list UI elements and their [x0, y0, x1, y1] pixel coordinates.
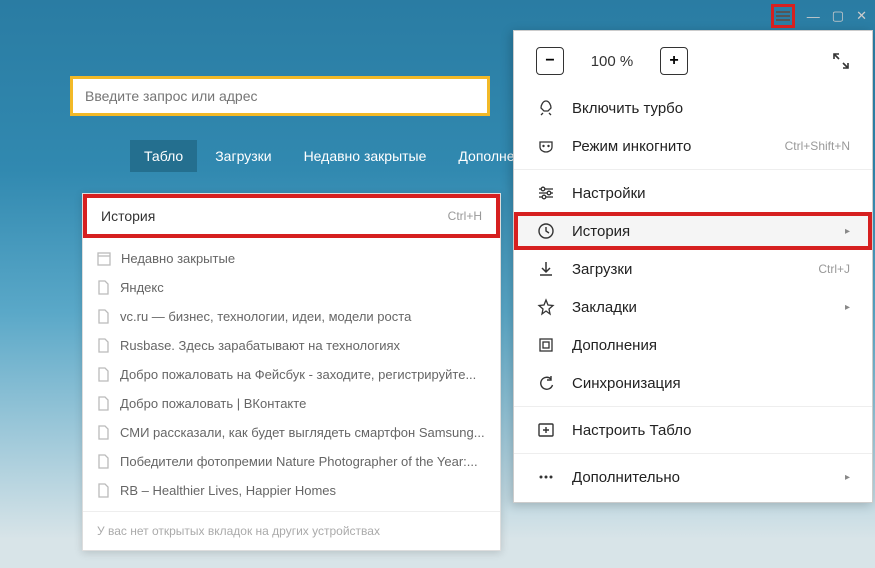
menu-label: Дополнительно: [572, 469, 680, 486]
file-icon: [97, 367, 110, 382]
hamburger-icon: [776, 11, 790, 21]
list-item[interactable]: RB – Healthier Lives, Happier Homes: [83, 476, 500, 505]
zoom-out-button[interactable]: −: [536, 47, 564, 75]
menu-label: Режим инкогнито: [572, 138, 691, 155]
close-button[interactable]: ✕: [856, 8, 867, 24]
menu-history[interactable]: История ▸: [514, 212, 872, 250]
file-icon: [97, 454, 110, 469]
menu-shortcut: Ctrl+J: [818, 262, 850, 276]
maximize-button[interactable]: ▢: [832, 8, 844, 24]
item-label: Яндекс: [120, 280, 164, 295]
menu-downloads[interactable]: Загрузки Ctrl+J: [514, 250, 872, 288]
clock-icon: [536, 222, 556, 240]
hamburger-menu-button[interactable]: [771, 4, 795, 28]
star-icon: [536, 298, 556, 316]
search-bar[interactable]: [70, 76, 490, 116]
menu-bookmarks[interactable]: Закладки ▸: [514, 288, 872, 326]
tab-recently-closed[interactable]: Недавно закрытые: [290, 140, 441, 172]
menu-label: История: [572, 223, 630, 240]
menu-incognito[interactable]: Режим инкогнито Ctrl+Shift+N: [514, 127, 872, 165]
search-input[interactable]: [85, 88, 475, 104]
file-icon: [97, 396, 110, 411]
file-icon: [97, 309, 110, 324]
history-footer: У вас нет открытых вкладок на других уст…: [83, 511, 500, 550]
item-label: Недавно закрытые: [121, 251, 235, 266]
menu-customize-tablo[interactable]: Настроить Табло: [514, 411, 872, 449]
mask-icon: [536, 137, 556, 155]
separator: [514, 453, 872, 454]
menu-shortcut: Ctrl+Shift+N: [785, 139, 850, 153]
item-label: Rusbase. Здесь зарабатывают на технологи…: [120, 338, 400, 353]
menu-sync[interactable]: Синхронизация: [514, 364, 872, 402]
more-icon: [536, 468, 556, 486]
rocket-icon: [536, 99, 556, 117]
item-label: СМИ рассказали, как будет выглядеть смар…: [120, 425, 485, 440]
separator: [514, 406, 872, 407]
file-icon: [97, 483, 110, 498]
zoom-controls: − 100 % +: [514, 31, 872, 89]
menu-settings[interactable]: Настройки: [514, 174, 872, 212]
item-label: Добро пожаловать | ВКонтакте: [120, 396, 306, 411]
item-label: Добро пожаловать на Фейсбук - заходите, …: [120, 367, 476, 382]
item-label: RB – Healthier Lives, Happier Homes: [120, 483, 336, 498]
file-icon: [97, 338, 110, 353]
menu-more[interactable]: Дополнительно ▸: [514, 458, 872, 496]
download-icon: [536, 260, 556, 278]
tab-tablo[interactable]: Табло: [130, 140, 197, 172]
add-panel-icon: [536, 421, 556, 439]
file-icon: [97, 280, 110, 295]
menu-addons[interactable]: Дополнения: [514, 326, 872, 364]
menu-label: Настройки: [572, 185, 646, 202]
chevron-right-icon: ▸: [845, 472, 850, 483]
menu-label: Закладки: [572, 299, 637, 316]
list-item[interactable]: vc.ru — бизнес, технологии, идеи, модели…: [83, 302, 500, 331]
recently-closed-icon: [97, 252, 111, 266]
zoom-in-button[interactable]: +: [660, 47, 688, 75]
history-submenu-header[interactable]: История Ctrl+H: [83, 194, 500, 238]
list-item[interactable]: Добро пожаловать | ВКонтакте: [83, 389, 500, 418]
menu-label: Дополнения: [572, 337, 657, 354]
list-item[interactable]: Добро пожаловать на Фейсбук - заходите, …: [83, 360, 500, 389]
file-icon: [97, 425, 110, 440]
menu-label: Настроить Табло: [572, 422, 691, 439]
main-menu: − 100 % + Включить турбо Режим инкогнито…: [513, 30, 873, 503]
history-shortcut: Ctrl+H: [448, 209, 482, 223]
chevron-right-icon: ▸: [845, 226, 850, 237]
list-item[interactable]: Яндекс: [83, 273, 500, 302]
sliders-icon: [536, 184, 556, 202]
item-label: vc.ru — бизнес, технологии, идеи, модели…: [120, 309, 411, 324]
refresh-icon: [536, 374, 556, 392]
zoom-value: 100 %: [582, 53, 642, 70]
history-title: История: [101, 208, 155, 224]
list-item[interactable]: Недавно закрытые: [83, 244, 500, 273]
menu-turbo[interactable]: Включить турбо: [514, 89, 872, 127]
separator: [514, 169, 872, 170]
tab-downloads[interactable]: Загрузки: [201, 140, 285, 172]
puzzle-icon: [536, 336, 556, 354]
page-tabs: Табло Загрузки Недавно закрытые Дополнен…: [130, 140, 552, 172]
chevron-right-icon: ▸: [845, 302, 850, 313]
item-label: Победители фотопремии Nature Photographe…: [120, 454, 478, 469]
list-item[interactable]: СМИ рассказали, как будет выглядеть смар…: [83, 418, 500, 447]
history-list: Недавно закрытые Яндекс vc.ru — бизнес, …: [83, 238, 500, 511]
menu-label: Загрузки: [572, 261, 632, 278]
list-item[interactable]: Rusbase. Здесь зарабатывают на технологи…: [83, 331, 500, 360]
fullscreen-button[interactable]: [832, 52, 850, 70]
menu-label: Синхронизация: [572, 375, 681, 392]
history-submenu: История Ctrl+H Недавно закрытые Яндекс v…: [82, 193, 501, 551]
minimize-button[interactable]: —: [807, 9, 820, 24]
menu-label: Включить турбо: [572, 100, 683, 117]
list-item[interactable]: Победители фотопремии Nature Photographe…: [83, 447, 500, 476]
